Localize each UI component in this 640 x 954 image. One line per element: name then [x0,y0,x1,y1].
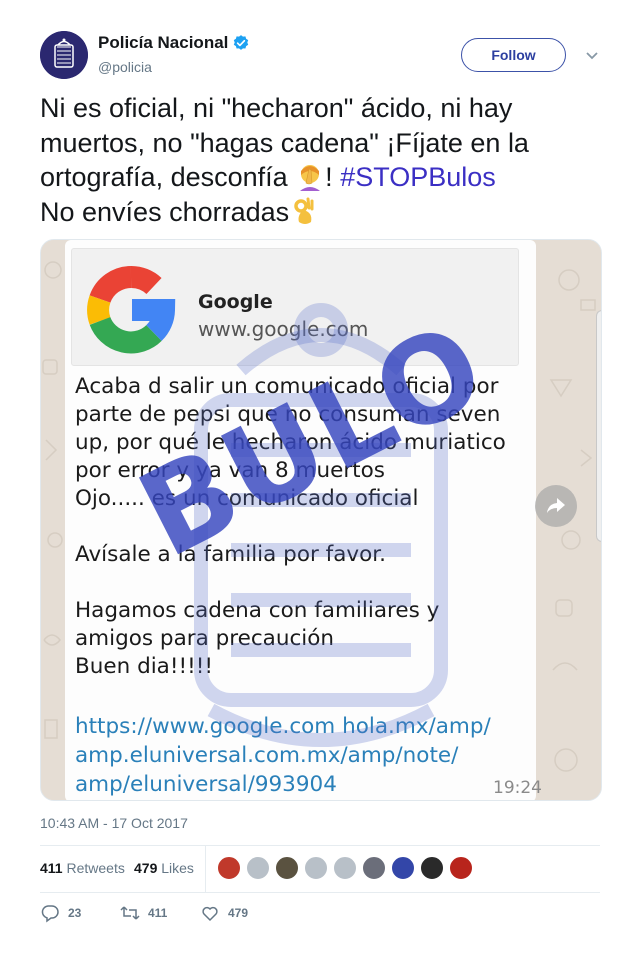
link-preview-url: www.google.com [198,317,369,341]
likes-stat[interactable]: 479 Likes [134,860,194,876]
ok-hand-emoji-icon [294,197,314,224]
hashtag-link[interactable]: #STOPBulos [340,162,496,192]
liker-avatar[interactable] [362,856,386,880]
chevron-down-icon[interactable] [585,48,599,62]
like-button[interactable]: 479 [200,903,248,923]
divider [40,892,600,893]
reply-button[interactable]: 23 [40,903,81,923]
user-handle[interactable]: @policia [98,59,152,75]
liker-avatar[interactable] [333,856,357,880]
follow-button[interactable]: Follow [461,38,566,72]
tweet-text: Ni es oficial, ni "hecharon" ácido, ni h… [40,91,605,229]
likes-label: Likes [161,860,194,876]
liker-avatar[interactable] [275,856,299,880]
retweets-label: Retweets [66,860,125,876]
retweets-count: 411 [40,860,63,876]
liker-avatar[interactable] [420,856,444,880]
tweet-text-part2: ! [325,162,333,192]
link-preview-title: Google [198,291,273,313]
facepalm-emoji-icon [300,165,321,191]
avatar[interactable] [40,31,88,79]
tweet-stats: 411 Retweets 479 Likes [40,846,600,892]
reply-icon [41,905,59,923]
liker-avatar[interactable] [217,856,241,880]
tweet-text-part3: No envíes chorradas [40,196,290,227]
liker-avatar[interactable] [246,856,270,880]
forward-arrow-icon [547,498,565,513]
retweet-count: 411 [148,906,168,920]
display-name[interactable]: Policía Nacional [98,33,228,53]
name-row: Policía Nacional [98,33,250,53]
like-count: 479 [228,906,249,920]
heart-icon [202,906,218,922]
tweet-actions: 23 411 479 [40,903,440,927]
liker-avatar[interactable] [391,856,415,880]
police-badge-icon [40,31,88,79]
message-link[interactable]: https://www.google.com hola.mx/amp/ amp.… [75,712,531,799]
liker-avatar[interactable] [304,856,328,880]
tweet-media-image[interactable]: Google www.google.com Acaba d salir un c… [40,239,602,801]
google-logo-icon [87,266,176,354]
retweets-stat[interactable]: 411 Retweets [40,860,125,876]
stats-divider [205,846,206,892]
likes-count: 479 [134,860,158,876]
liker-avatar[interactable] [449,856,473,880]
scroll-handle[interactable] [596,310,601,542]
retweet-button[interactable]: 411 [120,903,167,923]
reply-count: 23 [68,906,82,920]
verified-badge-icon [234,35,249,50]
message-time: 19:24 [493,778,542,798]
tweet-header: Policía Nacional @policia Follow [40,31,602,79]
forward-button[interactable] [535,485,577,527]
retweet-icon [120,906,140,920]
liker-avatars [217,856,478,880]
tweet-timestamp[interactable]: 10:43 AM - 17 Oct 2017 [40,815,188,831]
